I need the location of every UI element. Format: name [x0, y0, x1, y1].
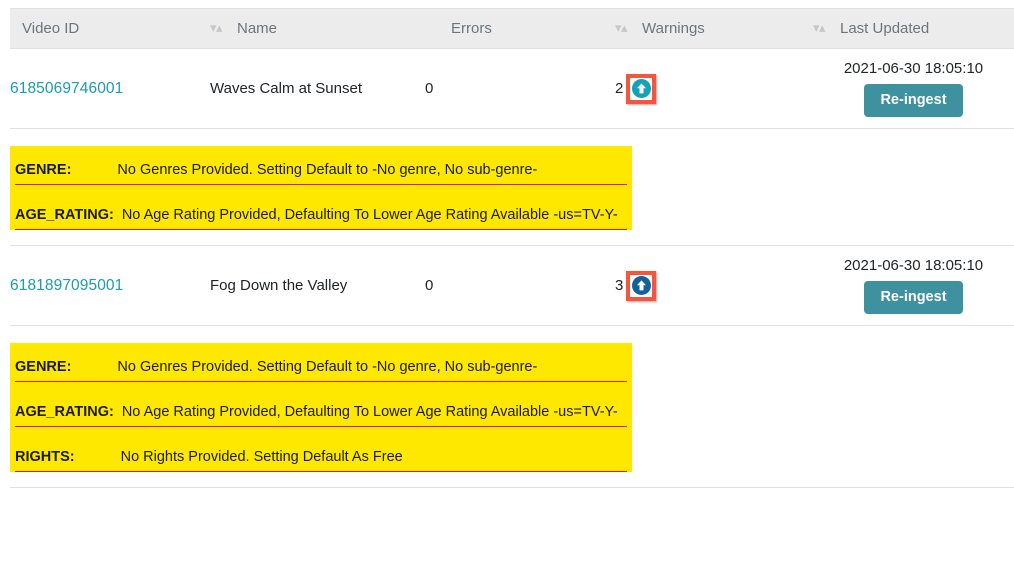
- column-header-name[interactable]: ▾ ▴ Name: [210, 8, 425, 49]
- warning-entry: GENRE: No Genres Provided. Setting Defau…: [10, 343, 632, 382]
- warnings-count: 2: [615, 80, 624, 97]
- cell-last-updated: 2021-06-30 18:05:10 Re-ingest: [813, 48, 1014, 129]
- warning-key: AGE_RATING:: [15, 404, 114, 420]
- table-row[interactable]: 6185069746001 Waves Calm at Sunset 0 2 2…: [10, 48, 1014, 129]
- warnings-detail-row: GENRE: No Genres Provided. Setting Defau…: [10, 128, 1014, 246]
- cell-warnings: 2: [615, 48, 813, 129]
- sort-updown-icon[interactable]: ▾ ▴: [615, 21, 628, 37]
- cell-name: Fog Down the Valley: [210, 245, 425, 326]
- last-updated-timestamp: 2021-06-30 18:05:10: [843, 257, 984, 275]
- warnings-toggle-highlight: [626, 73, 657, 104]
- re-ingest-button[interactable]: Re-ingest: [864, 84, 963, 117]
- table-header-row: Video ID ▾ ▴ Name Errors ▾ ▴ Warnings ▾ …: [10, 8, 1014, 49]
- warning-message: No Genres Provided. Setting Default to -…: [117, 359, 538, 375]
- warning-message: No Genres Provided. Setting Default to -…: [117, 162, 538, 178]
- cell-last-updated: 2021-06-30 18:05:10 Re-ingest: [813, 245, 1014, 326]
- warning-message: No Age Rating Provided, Defaulting To Lo…: [121, 207, 618, 223]
- upload-circle-arrow-icon[interactable]: [631, 276, 651, 295]
- cell-video-id: 6181897095001: [10, 245, 210, 326]
- column-header-name-label: Name: [237, 20, 278, 37]
- warning-key: GENRE:: [15, 162, 72, 178]
- warning-entry: RIGHTS: No Rights Provided. Setting Defa…: [10, 449, 632, 472]
- sort-updown-icon[interactable]: ▾ ▴: [813, 21, 826, 37]
- warning-message: No Age Rating Provided, Defaulting To Lo…: [121, 404, 618, 420]
- upload-circle-arrow-icon[interactable]: [631, 79, 651, 98]
- warning-entry: AGE_RATING: No Age Rating Provided, Defa…: [10, 404, 632, 427]
- warnings-panel: GENRE: No Genres Provided. Setting Defau…: [10, 146, 632, 230]
- video-id-link[interactable]: 6181897095001: [10, 277, 123, 294]
- cell-errors: 0: [425, 48, 615, 129]
- warning-entry: GENRE: No Genres Provided. Setting Defau…: [10, 146, 632, 185]
- warnings-detail-cell: GENRE: No Genres Provided. Setting Defau…: [10, 325, 1014, 488]
- warnings-detail-cell: GENRE: No Genres Provided. Setting Defau…: [10, 128, 1014, 246]
- column-header-errors-label: Errors: [451, 20, 492, 37]
- cell-name: Waves Calm at Sunset: [210, 48, 425, 129]
- column-header-last-updated[interactable]: ▾ ▴ Last Updated: [813, 8, 1014, 49]
- column-header-video-id[interactable]: Video ID: [10, 8, 210, 49]
- warning-key: AGE_RATING:: [15, 207, 114, 223]
- warning-key: GENRE:: [15, 359, 72, 375]
- re-ingest-button[interactable]: Re-ingest: [864, 281, 963, 314]
- warnings-toggle-highlight: [626, 270, 657, 301]
- column-header-last-updated-label: Last Updated: [840, 20, 930, 37]
- warnings-detail-row: GENRE: No Genres Provided. Setting Defau…: [10, 325, 1014, 488]
- ingest-status-page: Video ID ▾ ▴ Name Errors ▾ ▴ Warnings ▾ …: [0, 0, 1014, 584]
- cell-errors: 0: [425, 245, 615, 326]
- cell-warnings: 3: [615, 245, 813, 326]
- column-header-warnings-label: Warnings: [642, 20, 705, 37]
- warning-message: No Rights Provided. Setting Default As F…: [120, 449, 403, 465]
- column-header-video-id-label: Video ID: [22, 20, 80, 37]
- video-id-link[interactable]: 6185069746001: [10, 80, 123, 97]
- table-header: Video ID ▾ ▴ Name Errors ▾ ▴ Warnings ▾ …: [10, 8, 1014, 49]
- ingest-status-table: Video ID ▾ ▴ Name Errors ▾ ▴ Warnings ▾ …: [10, 8, 1014, 488]
- warnings-count: 3: [615, 277, 624, 294]
- warning-entry: AGE_RATING: No Age Rating Provided, Defa…: [10, 207, 632, 230]
- warnings-panel: GENRE: No Genres Provided. Setting Defau…: [10, 343, 632, 472]
- table-body: 6185069746001 Waves Calm at Sunset 0 2 2…: [10, 48, 1014, 488]
- warning-key: RIGHTS:: [15, 449, 75, 465]
- sort-updown-icon[interactable]: ▾ ▴: [210, 21, 223, 37]
- column-header-warnings[interactable]: ▾ ▴ Warnings: [615, 8, 813, 49]
- last-updated-timestamp: 2021-06-30 18:05:10: [843, 60, 984, 78]
- cell-video-id: 6185069746001: [10, 48, 210, 129]
- column-header-errors[interactable]: Errors: [425, 8, 615, 49]
- table-row[interactable]: 6181897095001 Fog Down the Valley 0 3 20…: [10, 245, 1014, 326]
